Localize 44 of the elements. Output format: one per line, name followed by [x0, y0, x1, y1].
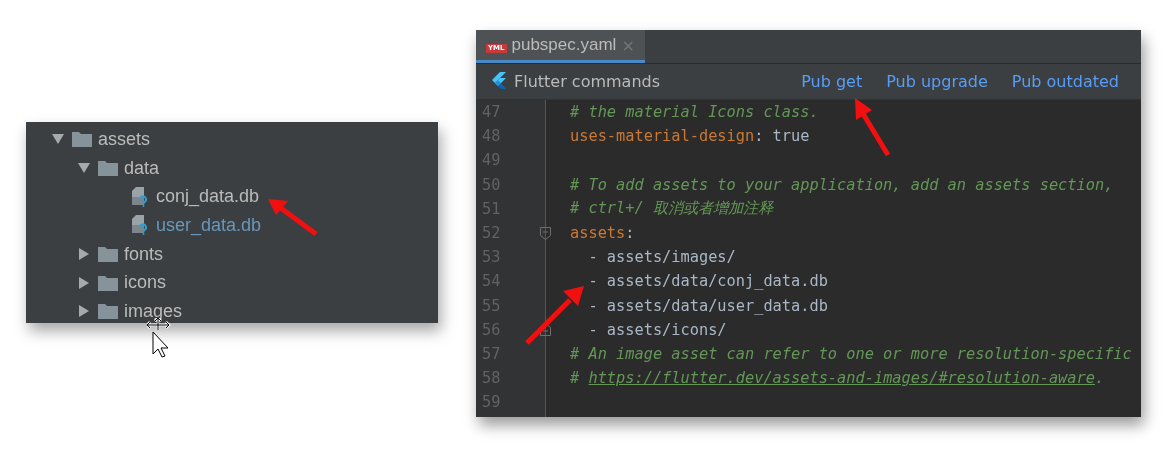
file-name[interactable]: conj_data.db: [156, 186, 260, 208]
command-link[interactable]: Pub get: [801, 72, 863, 91]
code-text: # An image asset can refer to one or more resolution-specific: [570, 344, 1132, 363]
expand-triangle-icon[interactable]: [78, 305, 90, 318]
commands-bar-title: Flutter commands: [514, 72, 661, 91]
unknown-file-icon: [130, 215, 150, 236]
annotation-arrow: [524, 284, 586, 346]
folder-name[interactable]: images: [124, 300, 183, 322]
expand-triangle-icon[interactable]: [78, 276, 90, 289]
fold-marker-icon[interactable]: [539, 323, 551, 337]
command-link[interactable]: Pub outdated: [1011, 72, 1119, 91]
folder-name[interactable]: data: [124, 157, 160, 179]
collapse-triangle-icon[interactable]: [52, 133, 64, 146]
folder-icon: [98, 160, 118, 177]
folder-name[interactable]: fonts: [124, 243, 164, 265]
code-text: - assets/data/conj_data.db: [587, 272, 828, 291]
annotation-arrow: [852, 98, 892, 158]
collapse-triangle-icon[interactable]: [78, 162, 90, 175]
code-text: uses-material-design: [570, 127, 755, 146]
folder-icon: [98, 246, 118, 263]
code-text: # the material Icons class.: [570, 103, 819, 122]
code-link[interactable]: https://flutter.dev/assets-and-images/#resolution-aware: [588, 369, 1095, 388]
annotation-arrow: [268, 198, 320, 238]
fold-marker-icon[interactable]: [539, 226, 551, 240]
code-text: - assets/icons/: [587, 320, 727, 339]
command-link[interactable]: Pub upgrade: [886, 72, 988, 91]
folder-icon: [98, 274, 118, 291]
code-text: .: [1094, 369, 1105, 388]
code-text: - assets/data/user_data.db: [587, 296, 828, 315]
file-name[interactable]: user_data.db: [156, 214, 262, 236]
code-text: assets: [570, 224, 626, 243]
code-text: #: [570, 369, 581, 388]
folder-name[interactable]: assets: [98, 128, 151, 150]
expand-triangle-icon[interactable]: [78, 248, 90, 261]
code-text: # To add assets to your application, add an assets section,: [570, 175, 1114, 194]
flutter-logo-icon: [490, 71, 506, 92]
folder-icon: [72, 131, 92, 148]
code-text: : true: [754, 127, 810, 146]
folder-icon: [98, 303, 118, 320]
code-text: :: [625, 224, 635, 243]
folder-name[interactable]: icons: [124, 272, 167, 294]
code-text: - assets/images/: [587, 248, 736, 267]
code-text: # ctrl+/ 取消或者增加注释: [570, 198, 773, 220]
unknown-file-icon: [130, 186, 150, 207]
